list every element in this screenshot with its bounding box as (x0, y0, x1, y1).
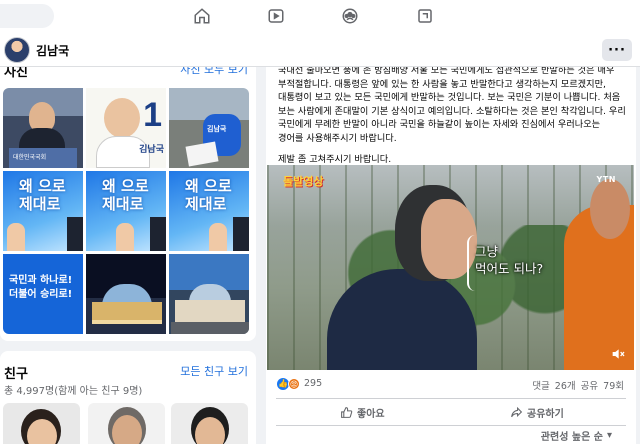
search-bar[interactable] (0, 4, 54, 28)
friend-thumbnail[interactable] (88, 403, 165, 444)
banner-text: 왜 으로 제대로 (102, 177, 149, 213)
gaming-icon[interactable] (415, 6, 435, 26)
photo-thumbnail[interactable]: 왜 으로 제대로 (86, 171, 166, 251)
share-icon (511, 406, 523, 417)
top-navigation (0, 0, 640, 33)
photo-thumbnail[interactable]: 왜 으로 제대로 (3, 171, 83, 251)
broadcaster-logo: YTN (596, 175, 616, 184)
profile-name[interactable]: 김남국 (36, 42, 69, 59)
photo-thumbnail[interactable]: 1 김남국 (86, 88, 166, 168)
video-caption: 그냥 먹어도 되나? (475, 244, 544, 276)
post-paragraph: 국대선 출마오면 풍에 존 방침배양 서울 모든 국민에게도 섭관적으로 반말하… (278, 67, 626, 144)
photo-thumbnail[interactable]: 국민과 하나로! 더불어 승리로! (3, 254, 83, 334)
slogan-line-2: 더불어 승리로! (9, 289, 73, 300)
photo-grid: 대한민국국회 1 김남국 김남국 왜 으로 제대로 왜 으로 제대로 왜 으로 … (3, 88, 249, 334)
photo-thumbnail[interactable] (86, 254, 166, 334)
comments-shares-count[interactable]: 댓글 26개 공유 79회 (532, 378, 624, 392)
thumbs-up-icon (341, 406, 353, 418)
post-body: 국대선 출마오면 풍에 존 방침배양 서울 모든 국민에게도 섭관적으로 반말하… (278, 67, 628, 173)
friends-count: 총 4,997명(함께 아는 친구 9명) (4, 386, 143, 397)
photo-thumbnail[interactable] (169, 254, 249, 334)
share-button[interactable]: 공유하기 (510, 403, 564, 421)
watch-icon[interactable] (266, 6, 286, 26)
like-label: 좋아요 (357, 408, 385, 420)
slogan-line-1: 국민과 하나로! (9, 275, 73, 286)
poster-name: 김남국 (139, 145, 164, 155)
sort-label: 관련성 높은 순 (540, 432, 603, 443)
friend-thumbnail[interactable] (3, 403, 80, 444)
share-label: 공유하기 (527, 408, 564, 420)
like-button[interactable]: 좋아요 (340, 403, 385, 421)
comment-sort-dropdown[interactable]: 관련성 높은 순 ▾ (541, 428, 612, 443)
see-all-photos-link[interactable]: 사진 모두 보기 (180, 67, 248, 77)
friends-section: 친구 모든 친구 보기 총 4,997명(함께 아는 친구 9명) (0, 351, 256, 444)
photo-thumbnail[interactable]: 대한민국국회 (3, 88, 83, 168)
groups-icon[interactable] (340, 6, 360, 26)
poster-number: 1 (143, 96, 162, 134)
volume-muted-icon[interactable] (610, 346, 626, 362)
see-all-friends-link[interactable]: 모든 친구 보기 (180, 363, 248, 379)
friends-title: 친구 (4, 367, 28, 382)
video-player[interactable]: 돌발영상 YTN 그냥 먹어도 되나? (267, 165, 634, 370)
vest-text: 김남국 (207, 125, 227, 133)
photos-title: 사진 (4, 67, 28, 80)
divider (276, 425, 626, 426)
home-icon[interactable] (192, 6, 212, 26)
friend-thumbnail[interactable] (171, 403, 248, 444)
podium-text: 대한민국국회 (13, 154, 47, 161)
banner-text: 왜 으로 제대로 (19, 177, 66, 213)
banner-text: 왜 으로 제대로 (185, 177, 232, 213)
photo-thumbnail[interactable]: 왜 으로 제대로 (169, 171, 249, 251)
photo-thumbnail[interactable]: 김남국 (169, 88, 249, 168)
reaction-count[interactable]: 295 (304, 378, 322, 389)
post-actions: 좋아요 공유하기 (266, 399, 636, 425)
post-card: 국대선 출마오면 풍에 존 방침배양 서울 모든 국민에게도 섭관적으로 반말하… (266, 67, 636, 444)
post-stats: 👍 😡 295 댓글 26개 공유 79회 (266, 370, 636, 398)
chevron-down-icon: ▾ (606, 430, 612, 441)
angry-reaction-icon[interactable]: 😡 (288, 378, 300, 390)
photos-section: 사진 사진 모두 보기 대한민국국회 1 김남국 김남국 왜 으로 제대로 왜 … (0, 67, 256, 341)
video-program-logo: 돌발영상 (283, 175, 324, 188)
more-options-button[interactable]: ··· (602, 39, 632, 61)
profile-header-bar: 김남국 ··· (0, 33, 640, 67)
avatar[interactable] (4, 37, 30, 63)
